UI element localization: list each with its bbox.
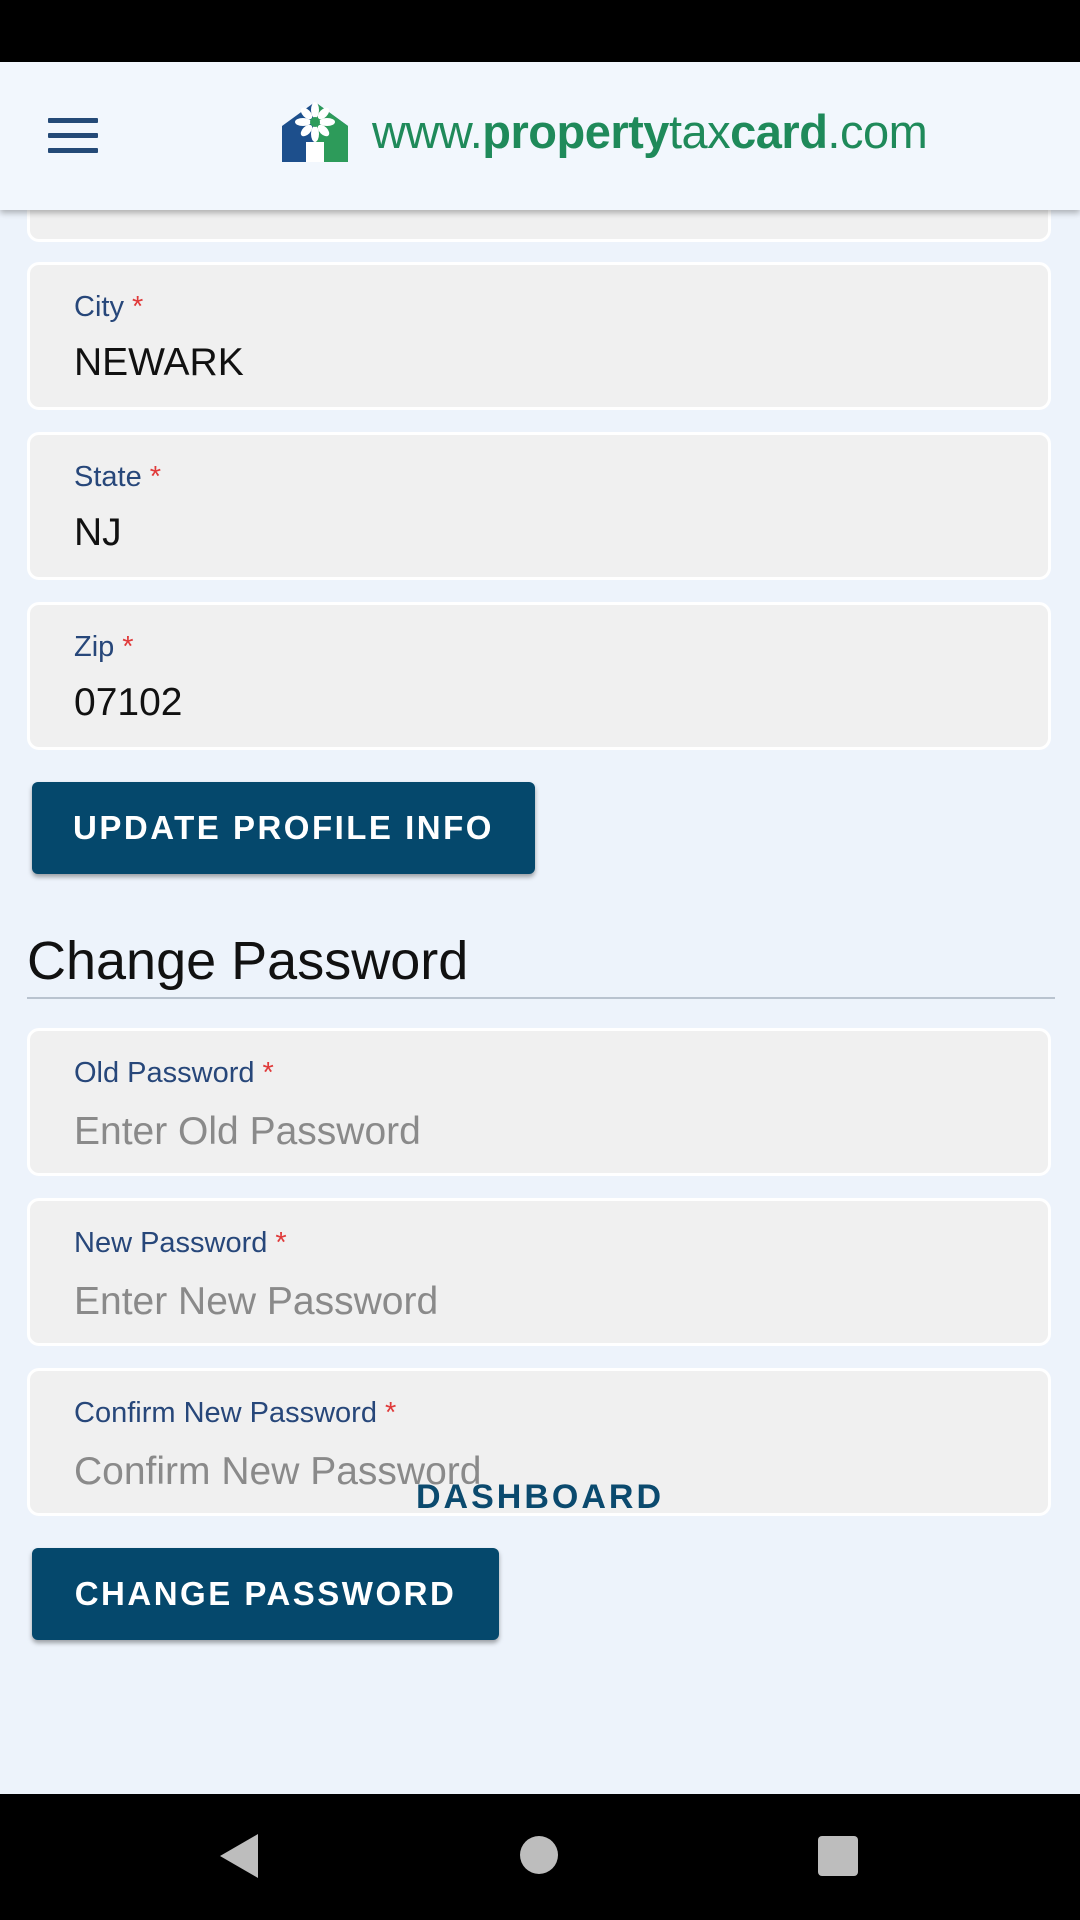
system-nav-bar xyxy=(0,1794,1080,1920)
required-asterisk: * xyxy=(384,1397,397,1429)
city-field[interactable]: City * NEWARK xyxy=(27,262,1051,410)
required-asterisk: * xyxy=(131,291,144,323)
confirm-password-label: Confirm New Password * xyxy=(74,1397,397,1429)
city-label: City * xyxy=(74,291,144,323)
logo-property: property xyxy=(482,105,669,158)
old-password-label: Old Password * xyxy=(74,1057,274,1089)
state-field[interactable]: State * NJ xyxy=(27,432,1051,580)
back-triangle-icon[interactable] xyxy=(218,1834,258,1878)
state-label: State * xyxy=(74,461,162,493)
profile-content: City * NEWARK State * NJ Zip * 07102 UPDATE… xyxy=(0,210,1080,1794)
old-password-input[interactable] xyxy=(74,1107,974,1157)
city-value[interactable]: NEWARK xyxy=(74,341,244,385)
recent-apps-square-icon[interactable] xyxy=(818,1836,858,1876)
required-asterisk: * xyxy=(149,461,162,493)
change-password-title: Change Password xyxy=(27,931,469,991)
required-asterisk: * xyxy=(122,631,134,663)
status-bar xyxy=(0,0,1080,62)
required-asterisk: * xyxy=(275,1227,287,1259)
house-flower-logo-icon xyxy=(282,102,348,162)
section-divider xyxy=(27,997,1055,999)
app-header: www.propertytaxcard.com xyxy=(0,62,1080,210)
new-password-field[interactable]: New Password * xyxy=(27,1198,1051,1346)
zip-label: Zip * xyxy=(74,631,134,663)
address-field-partial[interactable] xyxy=(27,210,1051,242)
zip-value[interactable]: 07102 xyxy=(74,681,182,725)
new-password-label: New Password * xyxy=(74,1227,287,1259)
zip-field[interactable]: Zip * 07102 xyxy=(27,602,1051,750)
old-password-field[interactable]: Old Password * xyxy=(27,1028,1051,1176)
change-password-button[interactable]: CHANGE PASSWORD xyxy=(32,1548,499,1640)
home-circle-icon[interactable] xyxy=(520,1836,558,1874)
update-profile-button[interactable]: UPDATE PROFILE INFO xyxy=(32,782,535,874)
logo-com: .com xyxy=(827,105,928,158)
logo-www: www. xyxy=(372,105,483,158)
dashboard-link[interactable]: DASHBOARD xyxy=(0,1478,1080,1517)
logo-tax: tax xyxy=(668,105,731,158)
new-password-input[interactable] xyxy=(74,1277,974,1327)
hamburger-menu-icon[interactable] xyxy=(48,118,98,154)
site-logo-text[interactable]: www.propertytaxcard.com xyxy=(372,102,928,162)
state-value[interactable]: NJ xyxy=(74,511,122,555)
required-asterisk: * xyxy=(262,1057,274,1089)
logo-card: card xyxy=(730,105,828,158)
